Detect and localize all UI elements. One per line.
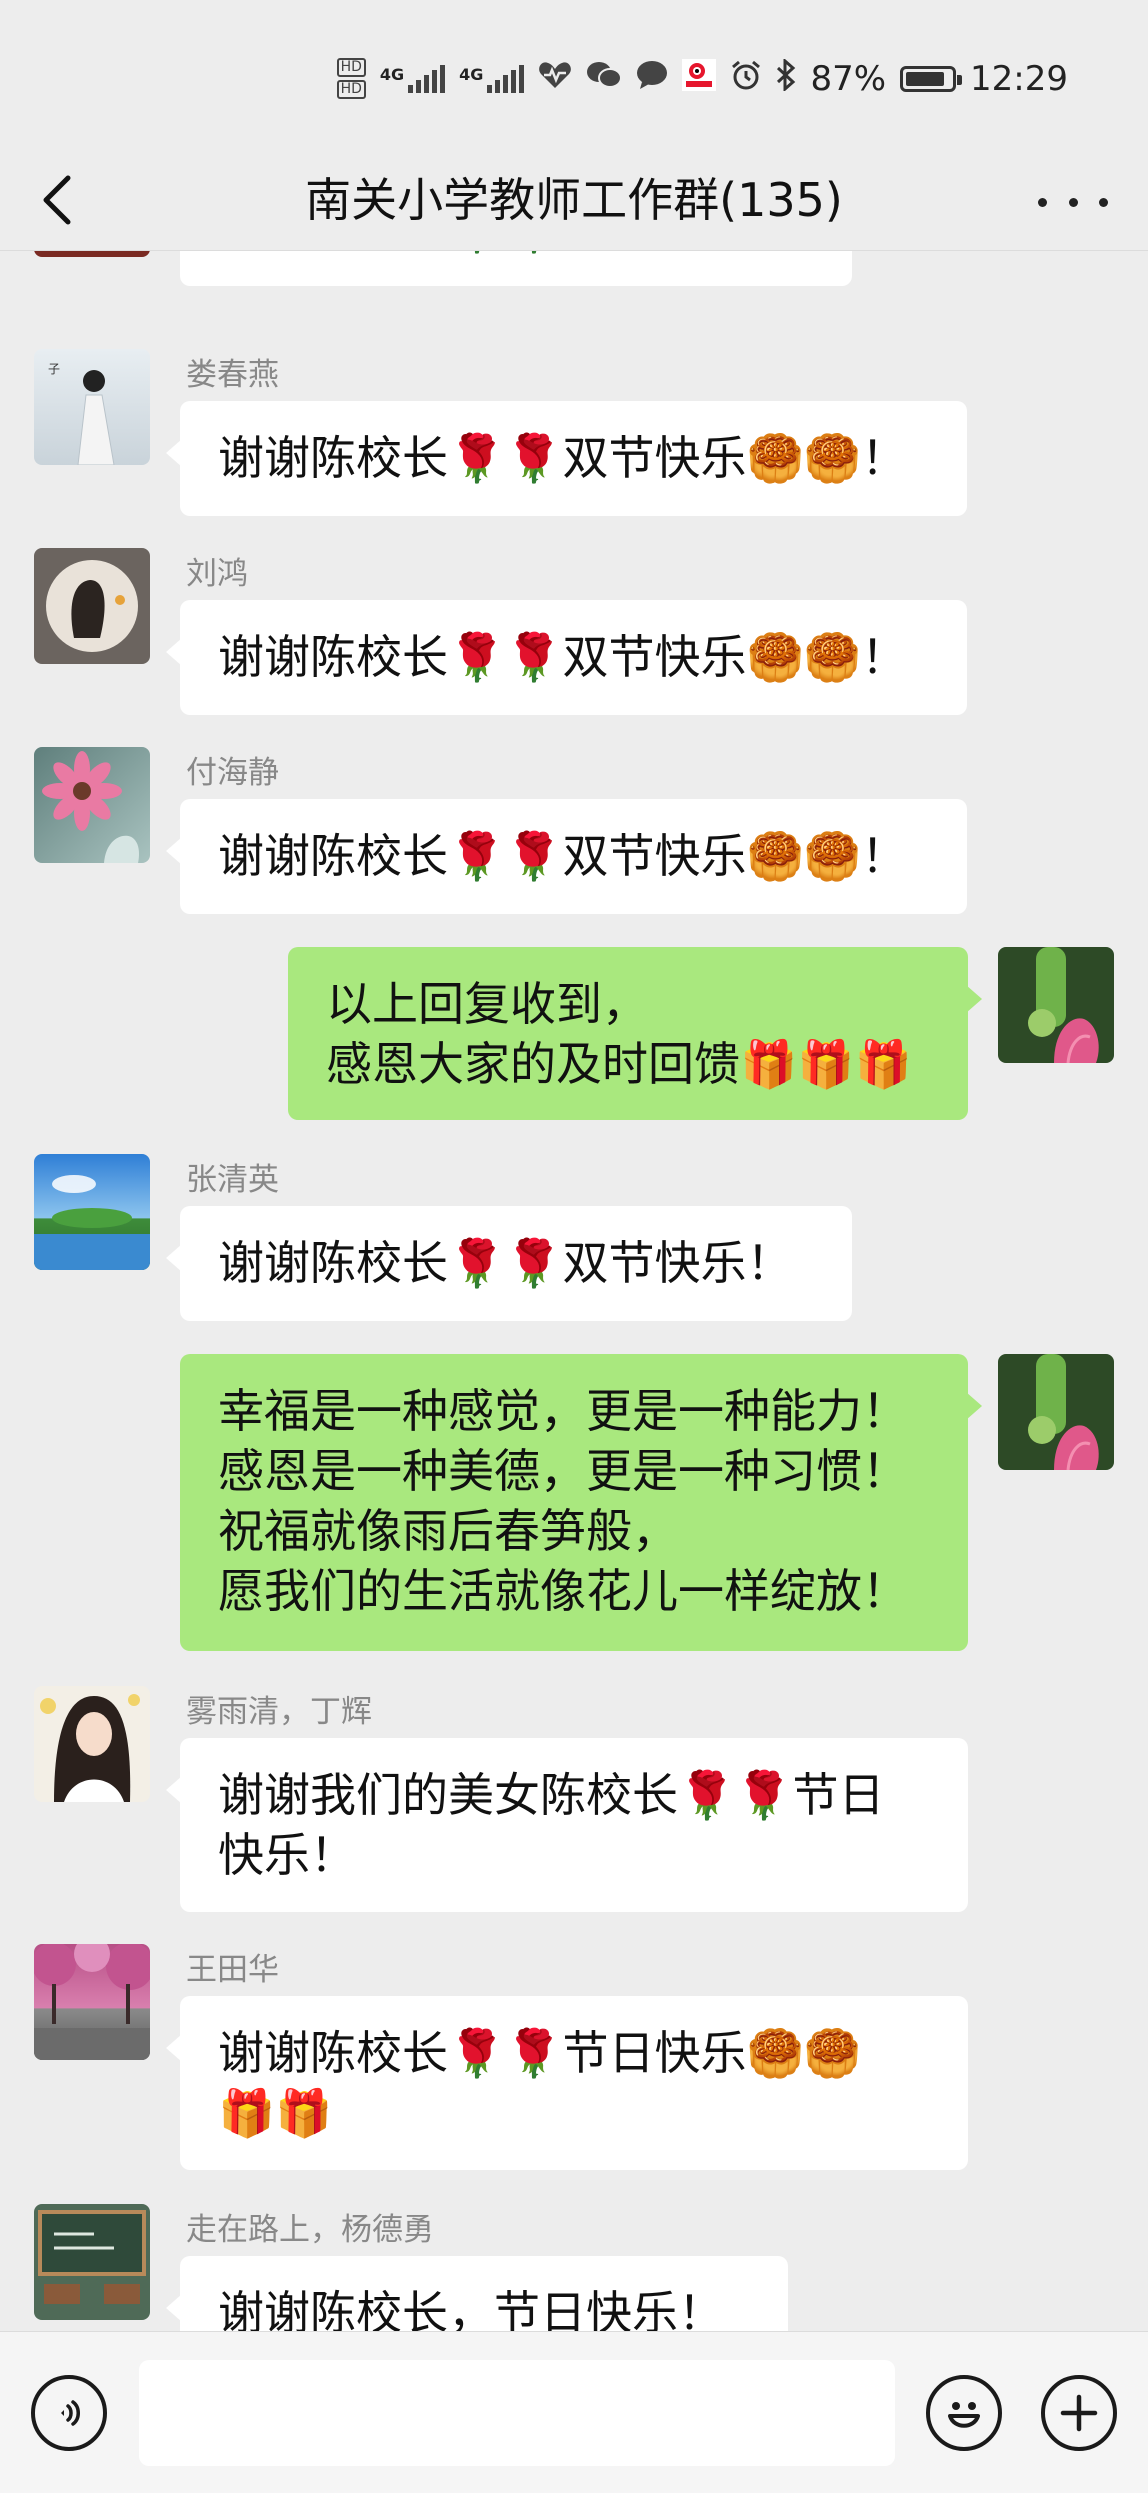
- sender-name: 走在路上，杨德勇: [186, 2212, 434, 2248]
- avatar-lotus[interactable]: [998, 1354, 1114, 1470]
- avatar-chalkboard[interactable]: [34, 2204, 150, 2320]
- emoji-icon[interactable]: [926, 2375, 1002, 2451]
- message-bubble[interactable]: 谢谢陈校长🌹🌹节日快乐🥮🥮 🎁🎁: [166, 1996, 968, 2170]
- message-bubble[interactable]: 幸福是一种感觉，更是一种能力！ 感恩是一种美德，更是一种习惯！ 祝福就像雨后春笋…: [180, 1354, 982, 1651]
- avatar-lotus[interactable]: [998, 947, 1114, 1063]
- hd-label: HD: [336, 80, 366, 99]
- sender-name: 娄春燕: [186, 357, 279, 393]
- clock: 12:29: [970, 58, 1068, 99]
- status-bar: HD HD 4G 4G 87% 12:29: [0, 0, 1148, 150]
- avatar-pink-flower[interactable]: [34, 747, 150, 863]
- sender-name: 雾雨清，丁辉: [186, 1694, 372, 1730]
- sender-name: 刘鸿: [186, 556, 248, 592]
- message-bubble[interactable]: 谢谢我们的美女陈校长🌹🌹节日 快乐！: [166, 1738, 968, 1912]
- hd-label: HD: [336, 58, 366, 77]
- more-dots-icon[interactable]: [1038, 172, 1108, 232]
- plus-icon[interactable]: [1041, 2375, 1117, 2451]
- nav-bar: 南关小学教师工作群(135): [0, 150, 1148, 251]
- input-bar: [0, 2331, 1148, 2493]
- battery-fill: [906, 71, 945, 86]
- message-bubble[interactable]: 谢谢陈校长🌹🌹双节快乐🥮🥮！: [166, 401, 967, 516]
- avatar-girl-circle[interactable]: [34, 548, 150, 664]
- message-bubble[interactable]: 谢谢陈校长🌹🌹双节快乐！: [180, 251, 852, 286]
- network-type: 4G: [379, 64, 405, 84]
- avatar-partial[interactable]: [34, 251, 150, 257]
- hd-icon: HD HD: [336, 58, 366, 99]
- message-bubble[interactable]: 谢谢陈校长，节日快乐！: [166, 2256, 788, 2331]
- heart-health-icon: [538, 60, 572, 97]
- avatar-hanfu-girl[interactable]: 子: [34, 349, 150, 465]
- chat-title: 南关小学教师工作群(135): [305, 173, 843, 227]
- signal-icon: 4G: [379, 64, 446, 93]
- battery-percent: 87%: [810, 58, 887, 99]
- message-bubble[interactable]: 以上回复收到， 感恩大家的及时回馈🎁🎁🎁: [288, 947, 982, 1120]
- message-bubble[interactable]: 谢谢陈校长🌹🌹双节快乐🥮🥮！: [166, 799, 967, 914]
- battery-icon: [900, 65, 963, 92]
- avatar-woman-portrait[interactable]: [34, 1686, 150, 1802]
- sender-name: 付海静: [186, 755, 279, 791]
- message-bubble[interactable]: 谢谢陈校长🌹🌹双节快乐🥮🥮！: [166, 600, 967, 715]
- network-type: 4G: [459, 64, 484, 84]
- signal-icon: 4G: [459, 64, 525, 93]
- sina-weibo-icon: [682, 59, 717, 98]
- avatar-landscape[interactable]: [34, 1154, 150, 1270]
- avatar-cherry-trees[interactable]: [34, 1944, 150, 2060]
- message-bubble[interactable]: 谢谢陈校长🌹🌹双节快乐！: [166, 1206, 852, 1321]
- svg-text:子: 子: [48, 362, 60, 376]
- message-icon: [636, 60, 668, 97]
- status-icons: HD HD 4G 4G 87% 12:29: [336, 57, 1068, 99]
- sender-name: 张清英: [186, 1162, 279, 1198]
- bluetooth-icon: [776, 57, 796, 98]
- alarm-icon: [730, 59, 762, 98]
- wechat-icon: [586, 60, 623, 97]
- message-input[interactable]: [139, 2360, 895, 2466]
- chat-history[interactable]: 谢谢陈校长🌹🌹双节快乐！ 子 娄春燕 谢谢陈校长🌹🌹双节快乐🥮🥮！ 刘鸿 谢谢陈…: [0, 251, 1148, 2331]
- voice-icon[interactable]: [31, 2375, 107, 2451]
- sender-name: 王田华: [186, 1952, 279, 1988]
